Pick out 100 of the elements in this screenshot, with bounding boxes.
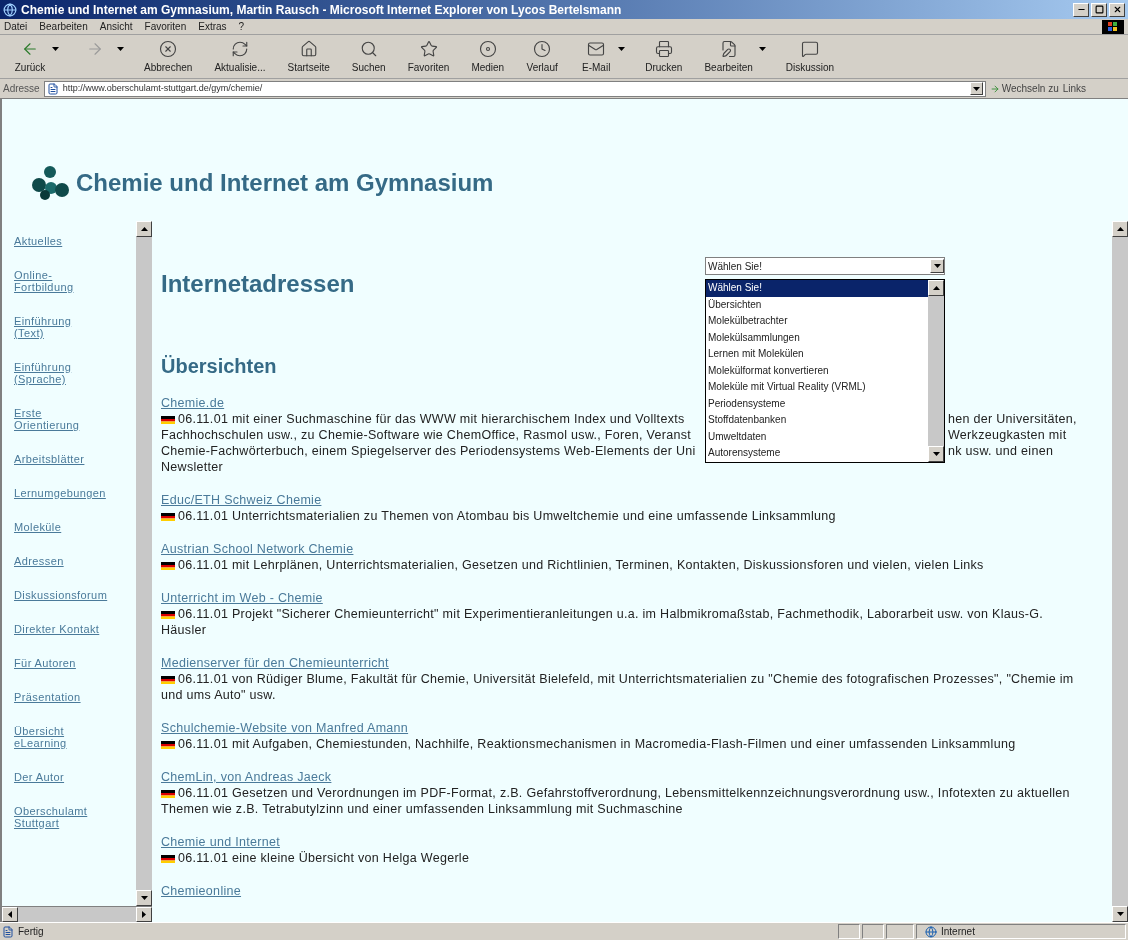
menu-item[interactable]: Datei — [4, 19, 28, 34]
toolbar-button[interactable]: Bearbeiten — [698, 37, 770, 74]
nav-link[interactable]: Lernumgebungen — [14, 487, 136, 499]
dropdown-option[interactable]: Wählen Sie! — [706, 280, 928, 297]
window-title: Chemie und Internet am Gymnasium, Martin Rausch - Microsoft Internet Explorer von Lycos Bertelsmann — [21, 1, 622, 19]
status-panel — [862, 924, 884, 939]
toolbar-button[interactable]: Medien — [465, 37, 511, 74]
status-panel — [886, 924, 914, 939]
toolbar-button[interactable]: Aktualisie... — [208, 37, 272, 74]
scroll-up-icon[interactable] — [140, 227, 148, 231]
close-button[interactable] — [1109, 2, 1125, 17]
toolbar-button[interactable]: Zurück — [8, 37, 63, 74]
caret-icon — [933, 264, 941, 268]
menu-item[interactable]: Bearbeiten — [39, 19, 88, 34]
globe-icon — [925, 925, 937, 938]
toolbar-button[interactable]: Favoriten — [401, 37, 456, 74]
nav-link[interactable]: Diskussionsforum — [14, 589, 136, 601]
resource-link[interactable]: ChemLin, von Andreas Jaeck — [161, 769, 332, 785]
nav-link[interactable]: Einführung (Sprache) — [14, 361, 136, 385]
resource-description: 06.11.01 von Rüdiger Blume, Fakultät für Chemie, Universität Bielefeld, mit Unterrichtsmaterialien zu "Chemie des fotografischen Prozesses", "Chemie im und ums Auto" usw. — [161, 671, 1075, 703]
caret-icon — [140, 896, 148, 900]
resource-description: 06.11.01 Projekt "Sicherer Chemieunterricht" mit Experimentieranleitungen u.a. im Halbmikromaßstab, Fachmethodik, Laborarbeit usw. von Klaus-G. Häusler — [161, 606, 1045, 638]
status-panel — [838, 924, 860, 939]
section-heading: Übersichten — [161, 354, 277, 379]
scroll-right-icon[interactable] — [142, 911, 146, 918]
vertical-scrollbar[interactable] — [1112, 221, 1128, 922]
toolbar-button[interactable]: Diskussion — [779, 37, 841, 74]
toolbar-button[interactable]: Verlauf — [520, 37, 565, 74]
german-flag-icon — [161, 741, 175, 749]
dropdown-option[interactable]: Molekülformat konvertieren — [706, 362, 928, 379]
dropdown-option[interactable]: Moleküle mit Virtual Reality (VRML) — [706, 379, 928, 396]
dropdown-option[interactable]: Periodensysteme — [706, 395, 928, 412]
resource-description: 06.11.01 eine kleine Übersicht von Helga Wegerle — [161, 850, 1082, 866]
german-flag-icon — [161, 513, 175, 521]
nav-link[interactable]: Arbeitsblätter — [14, 453, 136, 465]
dropdown-option[interactable]: Übersichten — [706, 296, 928, 313]
nav-link[interactable]: Einführung (Text) — [14, 315, 136, 339]
site-title: Chemie und Internet am Gymnasium — [76, 168, 494, 198]
toolbar-button[interactable]: Abbrechen — [138, 37, 199, 74]
nav-link[interactable]: Für Autoren — [14, 657, 136, 669]
nav-link[interactable]: Aktuelles — [14, 235, 136, 247]
caret-icon — [758, 47, 766, 51]
toolbar-button[interactable]: E-Mail — [574, 37, 630, 74]
nav-link[interactable]: Präsentation — [14, 691, 136, 703]
dropdown-option[interactable]: Lernen mit Molekülen — [706, 346, 928, 363]
dropdown-option[interactable]: Stoffdatenbanken — [706, 412, 928, 429]
dropdown-option[interactable]: Autorensysteme — [706, 445, 928, 462]
page-icon — [46, 82, 59, 95]
toolbar-button[interactable]: Startseite — [281, 37, 336, 74]
menu-item[interactable]: Favoriten — [144, 19, 187, 34]
resource-link[interactable]: Austrian School Network Chemie — [161, 541, 354, 557]
go-button[interactable]: Wechseln zu — [989, 81, 1059, 96]
scroll-up-icon[interactable] — [1116, 227, 1124, 231]
menu-item[interactable]: ? — [238, 19, 245, 34]
minimize-button[interactable] — [1073, 2, 1089, 17]
toolbar-button[interactable]: Suchen — [345, 37, 392, 74]
vertical-scrollbar[interactable] — [928, 280, 944, 462]
browser-icon — [3, 2, 17, 17]
resource-description: 06.11.01 mit einer Suchmaschine für das WWW mit hierarchischem Index und Volltexts — [161, 411, 706, 427]
nav-link[interactable]: Adressen — [14, 555, 136, 567]
vertical-scrollbar[interactable] — [136, 221, 152, 906]
resource-link[interactable]: Chemie.de — [161, 395, 225, 411]
toolbar-button[interactable]: Drucken — [639, 37, 689, 74]
back-icon — [21, 40, 39, 58]
resource-link[interactable]: Medienserver für den Chemieunterricht — [161, 655, 389, 671]
nav-link[interactable]: Übersicht eLearning — [14, 725, 136, 749]
nav-link[interactable]: Der Autor — [14, 771, 136, 783]
nav-link[interactable]: Moleküle — [14, 521, 136, 533]
menu-item[interactable]: Ansicht — [99, 19, 133, 34]
nav-link[interactable]: Online- Fortbildung — [14, 269, 136, 293]
scroll-left-icon[interactable] — [8, 911, 12, 918]
resource-link[interactable]: Educ/ETH Schweiz Chemie — [161, 492, 322, 508]
resource-link[interactable]: Chemieonline — [161, 883, 242, 899]
clock-icon — [533, 40, 552, 58]
links-button[interactable]: Links — [1062, 81, 1087, 96]
resource-link[interactable]: Chemie und Internet — [161, 834, 280, 850]
nav-link[interactable]: Oberschulamt Stuttgart — [14, 805, 136, 829]
caret-icon — [52, 47, 59, 51]
document-pen-icon — [719, 40, 738, 58]
resource-description: Chemie-Fachwörterbuch, einem Spiegelserver des Periodensystems Web-Elements der Uni — [161, 443, 697, 459]
nav-link[interactable]: Direkter Kontakt — [14, 623, 136, 635]
dropdown-option[interactable]: Umweltdaten — [706, 428, 928, 445]
molecule-icon — [30, 165, 70, 201]
nav-link[interactable]: Erste Orientierung — [14, 407, 136, 431]
resource-description: 06.11.01 Unterrichtsmaterialien zu Themen von Atombau bis Umweltchemie und eine umfassende Linksammlung — [161, 508, 1082, 524]
zone-text: Internet — [941, 925, 975, 939]
caret-icon — [972, 86, 980, 91]
topic-select[interactable]: Wählen Sie! — [705, 257, 945, 275]
page-icon — [2, 925, 14, 938]
resource-link[interactable]: Unterricht im Web - Chemie — [161, 590, 323, 606]
dropdown-arrow-button[interactable] — [969, 82, 983, 95]
german-flag-icon — [161, 676, 175, 684]
menu-item[interactable]: Extras — [198, 19, 227, 34]
dropdown-option[interactable]: Molekülbetrachter — [706, 313, 928, 330]
dropdown-option[interactable]: Molekülsammlungen — [706, 329, 928, 346]
resource-link[interactable]: Schulchemie-Website von Manfred Amann — [161, 720, 409, 736]
horizontal-scrollbar[interactable] — [2, 906, 152, 922]
scroll-up-icon[interactable] — [932, 286, 940, 290]
maximize-button[interactable] — [1091, 2, 1107, 17]
address-field[interactable]: http://www.oberschulamt-stuttgart.de/gym/chemie/ — [43, 80, 986, 97]
